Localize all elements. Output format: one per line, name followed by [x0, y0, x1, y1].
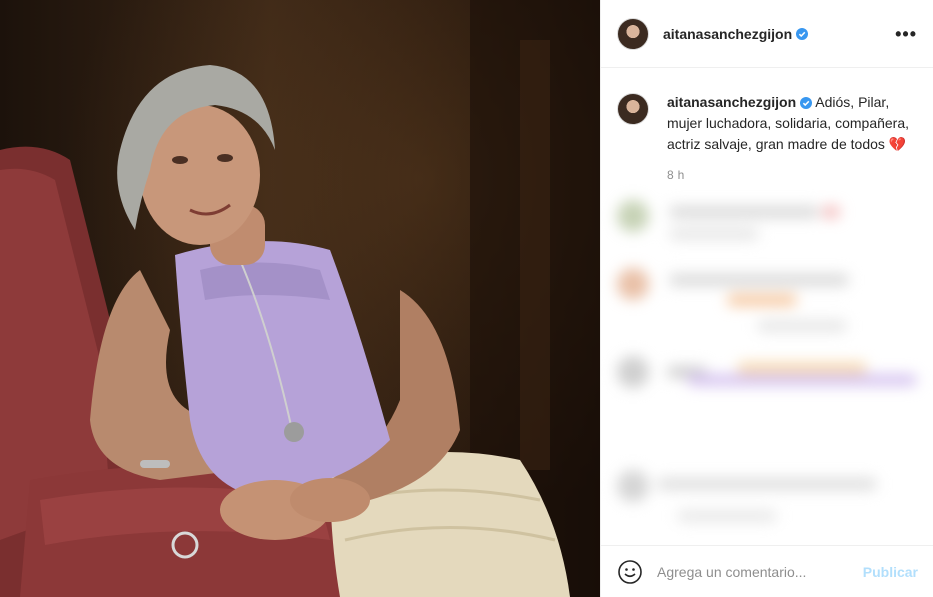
emoji-smiley-icon[interactable]	[617, 559, 643, 585]
author-avatar[interactable]	[617, 17, 649, 50]
author-username[interactable]: aitanasanchezgijon	[663, 26, 792, 42]
verified-badge-icon	[800, 97, 813, 110]
caption-author-avatar[interactable]	[617, 93, 649, 125]
post-sidebar: aitanasanchezgijon ••• aitanasanchezgijo…	[600, 0, 933, 597]
comment-input[interactable]	[657, 563, 855, 580]
publish-button[interactable]: Publicar	[863, 564, 918, 580]
post-caption: aitanasanchezgijon Adiós, Pilar, mujer l…	[617, 92, 921, 186]
post-photo-illustration	[0, 0, 600, 597]
post-header: aitanasanchezgijon •••	[601, 0, 933, 68]
verified-badge-icon	[796, 27, 809, 40]
comments-list-blurred	[601, 180, 933, 550]
caption-username[interactable]: aitanasanchezgijon	[667, 94, 796, 110]
caption-body: aitanasanchezgijon Adiós, Pilar, mujer l…	[667, 92, 921, 186]
post-photo[interactable]	[0, 0, 600, 597]
more-options-icon[interactable]: •••	[895, 25, 917, 43]
add-comment-bar: Publicar	[601, 545, 933, 597]
